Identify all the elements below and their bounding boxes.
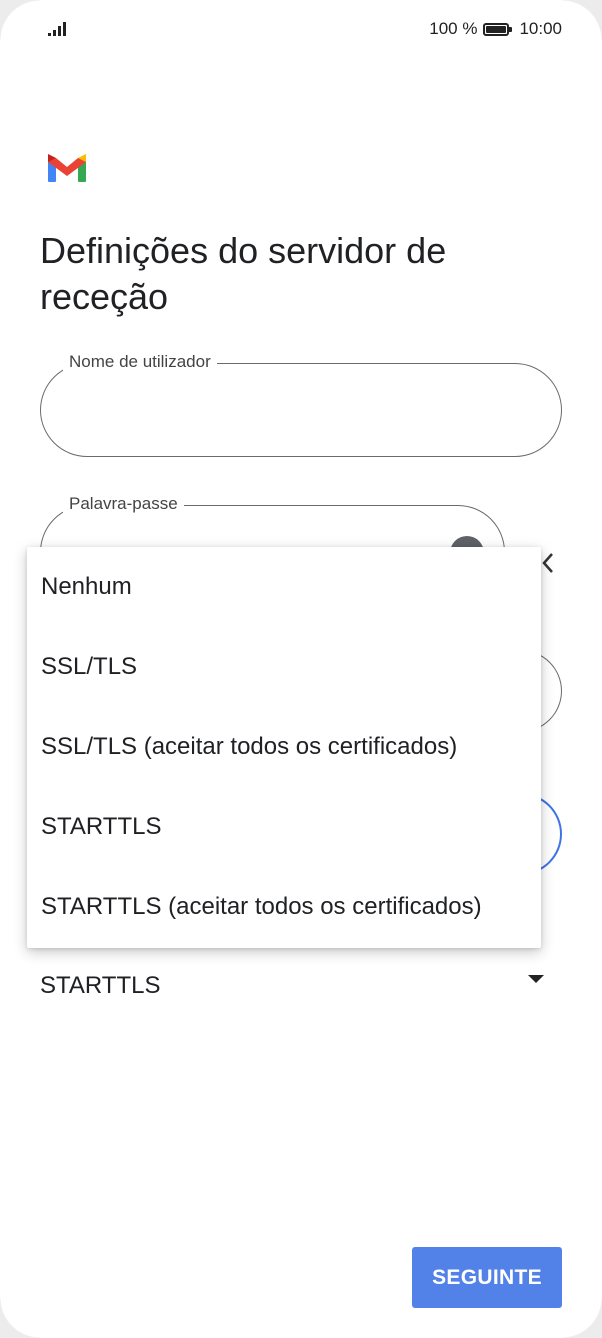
battery-percent: 100 % [429,19,478,38]
menu-option-starttls-accept-all[interactable]: STARTTLS (aceitar todos os certificados) [27,867,541,947]
screen-corner [562,1298,602,1338]
password-label: Palavra-passe [63,494,184,514]
status-right: 100 % 10:00 [429,19,562,39]
security-type-menu: Nenhum SSL/TLS SSL/TLS (aceitar todos os… [27,547,541,948]
screen-corner [0,1298,40,1338]
username-field[interactable]: Nome de utilizador [40,352,562,457]
menu-option-ssl-tls-accept-all[interactable]: SSL/TLS (aceitar todos os certificados) [27,707,541,787]
signal-icon [48,22,70,36]
battery-icon [483,22,513,36]
dropdown-arrow-icon[interactable] [528,975,544,983]
menu-option-none[interactable]: Nenhum [27,547,541,627]
username-label: Nome de utilizador [63,352,217,372]
clock: 10:00 [519,19,562,38]
gmail-logo-icon [48,154,86,182]
page-title: Definições do servidor de receção [40,230,447,317]
next-button[interactable]: SEGUINTE [412,1247,562,1308]
security-type-select[interactable]: STARTTLS [40,972,160,1000]
menu-option-starttls[interactable]: STARTTLS [27,787,541,867]
status-bar: 100 % 10:00 [0,0,602,60]
menu-option-ssl-tls[interactable]: SSL/TLS [27,627,541,707]
chevron-left-icon[interactable] [538,548,558,578]
